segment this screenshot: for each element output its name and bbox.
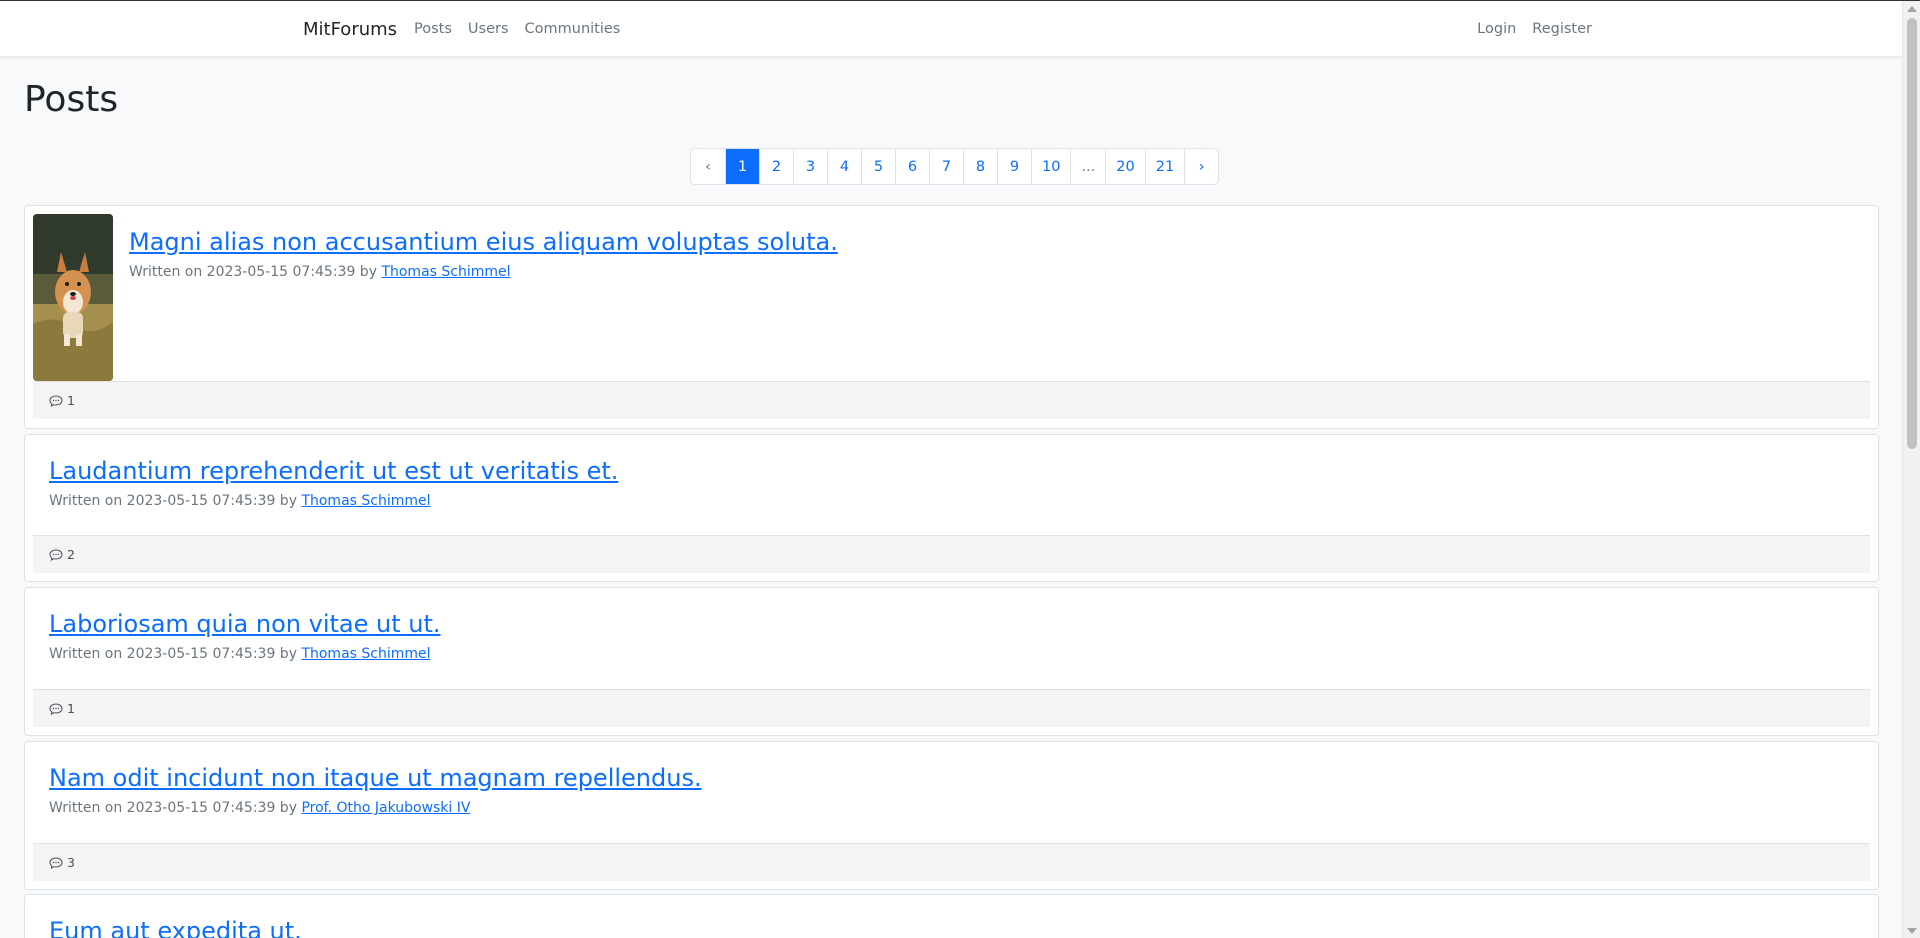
scroll-thumb[interactable]	[1907, 18, 1917, 449]
nav-login[interactable]: Login	[1477, 21, 1516, 37]
nav-right: Login Register	[1477, 21, 1592, 37]
page-7[interactable]: 7	[929, 149, 963, 184]
speech-bubble-icon	[49, 702, 63, 715]
post-title[interactable]: Magni alias non accusantium eius aliquam…	[129, 228, 838, 256]
post-author-link[interactable]: Thomas Schimmel	[301, 646, 430, 662]
post-footer: 1	[33, 689, 1870, 727]
post-footer: 3	[33, 843, 1870, 881]
post-written-on: Written on 2023-05-15 07:45:39 by	[49, 646, 297, 662]
page-8[interactable]: 8	[963, 149, 997, 184]
post-card: Eum aut expedita ut.	[24, 894, 1879, 938]
post-author-link[interactable]: Thomas Schimmel	[381, 264, 510, 280]
speech-bubble-icon	[49, 548, 63, 561]
page-10[interactable]: 10	[1031, 149, 1071, 184]
page-5[interactable]: 5	[861, 149, 895, 184]
corgi-dog-photo-icon	[33, 214, 113, 381]
pagination-next[interactable]: ›	[1184, 149, 1219, 184]
post-card: Magni alias non accusantium eius aliquam…	[24, 205, 1879, 429]
page-6[interactable]: 6	[895, 149, 929, 184]
nav-communities[interactable]: Communities	[525, 21, 621, 37]
post-meta: Written on 2023-05-15 07:45:39 by Prof. …	[49, 800, 470, 816]
post-meta: Written on 2023-05-15 07:45:39 by Thomas…	[129, 264, 511, 280]
post-footer: 2	[33, 535, 1870, 573]
comment-count: 2	[67, 547, 75, 562]
pagination: ‹ 1 2 3 4 5 6 7 8 9 10 ... 20 21 ›	[690, 148, 1220, 185]
post-card: Laudantium reprehenderit ut est ut verit…	[24, 434, 1879, 582]
speech-bubble-icon	[49, 856, 63, 869]
post-title[interactable]: Laboriosam quia non vitae ut ut.	[49, 610, 441, 638]
post-title[interactable]: Eum aut expedita ut.	[49, 917, 302, 938]
post-card: Nam odit incidunt non itaque ut magnam r…	[24, 741, 1879, 890]
vertical-scrollbar[interactable]	[1902, 1, 1920, 938]
post-written-on: Written on 2023-05-15 07:45:39 by	[49, 493, 297, 509]
page-2[interactable]: 2	[759, 149, 793, 184]
pagination-prev[interactable]: ‹	[691, 149, 725, 184]
brand-logo[interactable]: MitForums	[303, 19, 397, 40]
page-title: Posts	[24, 79, 119, 120]
comment-count: 1	[67, 393, 75, 408]
post-thumbnail[interactable]	[33, 214, 113, 381]
page-3[interactable]: 3	[793, 149, 827, 184]
post-author-link[interactable]: Thomas Schimmel	[301, 493, 430, 509]
nav-register[interactable]: Register	[1532, 21, 1592, 37]
pagination-ellipsis: ...	[1070, 149, 1106, 184]
post-written-on: Written on 2023-05-15 07:45:39 by	[49, 800, 297, 816]
scroll-down-icon[interactable]	[1907, 928, 1917, 934]
post-title[interactable]: Laudantium reprehenderit ut est ut verit…	[49, 457, 618, 485]
post-author-link[interactable]: Prof. Otho Jakubowski IV	[301, 800, 470, 816]
top-navbar: MitForums Posts Users Communities Login …	[0, 1, 1902, 57]
page-1[interactable]: 1	[725, 149, 759, 184]
nav-posts[interactable]: Posts	[414, 21, 452, 37]
nav-left: Posts Users Communities	[414, 21, 620, 37]
post-title[interactable]: Nam odit incidunt non itaque ut magnam r…	[49, 764, 702, 792]
post-card: Laboriosam quia non vitae ut ut. Written…	[24, 587, 1879, 736]
speech-bubble-icon	[49, 394, 63, 407]
post-footer: 1	[33, 381, 1870, 419]
nav-users[interactable]: Users	[468, 21, 509, 37]
comment-count: 1	[67, 701, 75, 716]
page-20[interactable]: 20	[1105, 149, 1145, 184]
page-9[interactable]: 9	[997, 149, 1031, 184]
post-meta: Written on 2023-05-15 07:45:39 by Thomas…	[49, 646, 431, 662]
comment-count: 3	[67, 855, 75, 870]
scroll-up-icon[interactable]	[1907, 6, 1917, 12]
page-21[interactable]: 21	[1144, 149, 1185, 184]
page-4[interactable]: 4	[827, 149, 861, 184]
post-written-on: Written on 2023-05-15 07:45:39 by	[129, 264, 377, 280]
post-meta: Written on 2023-05-15 07:45:39 by Thomas…	[49, 493, 431, 509]
